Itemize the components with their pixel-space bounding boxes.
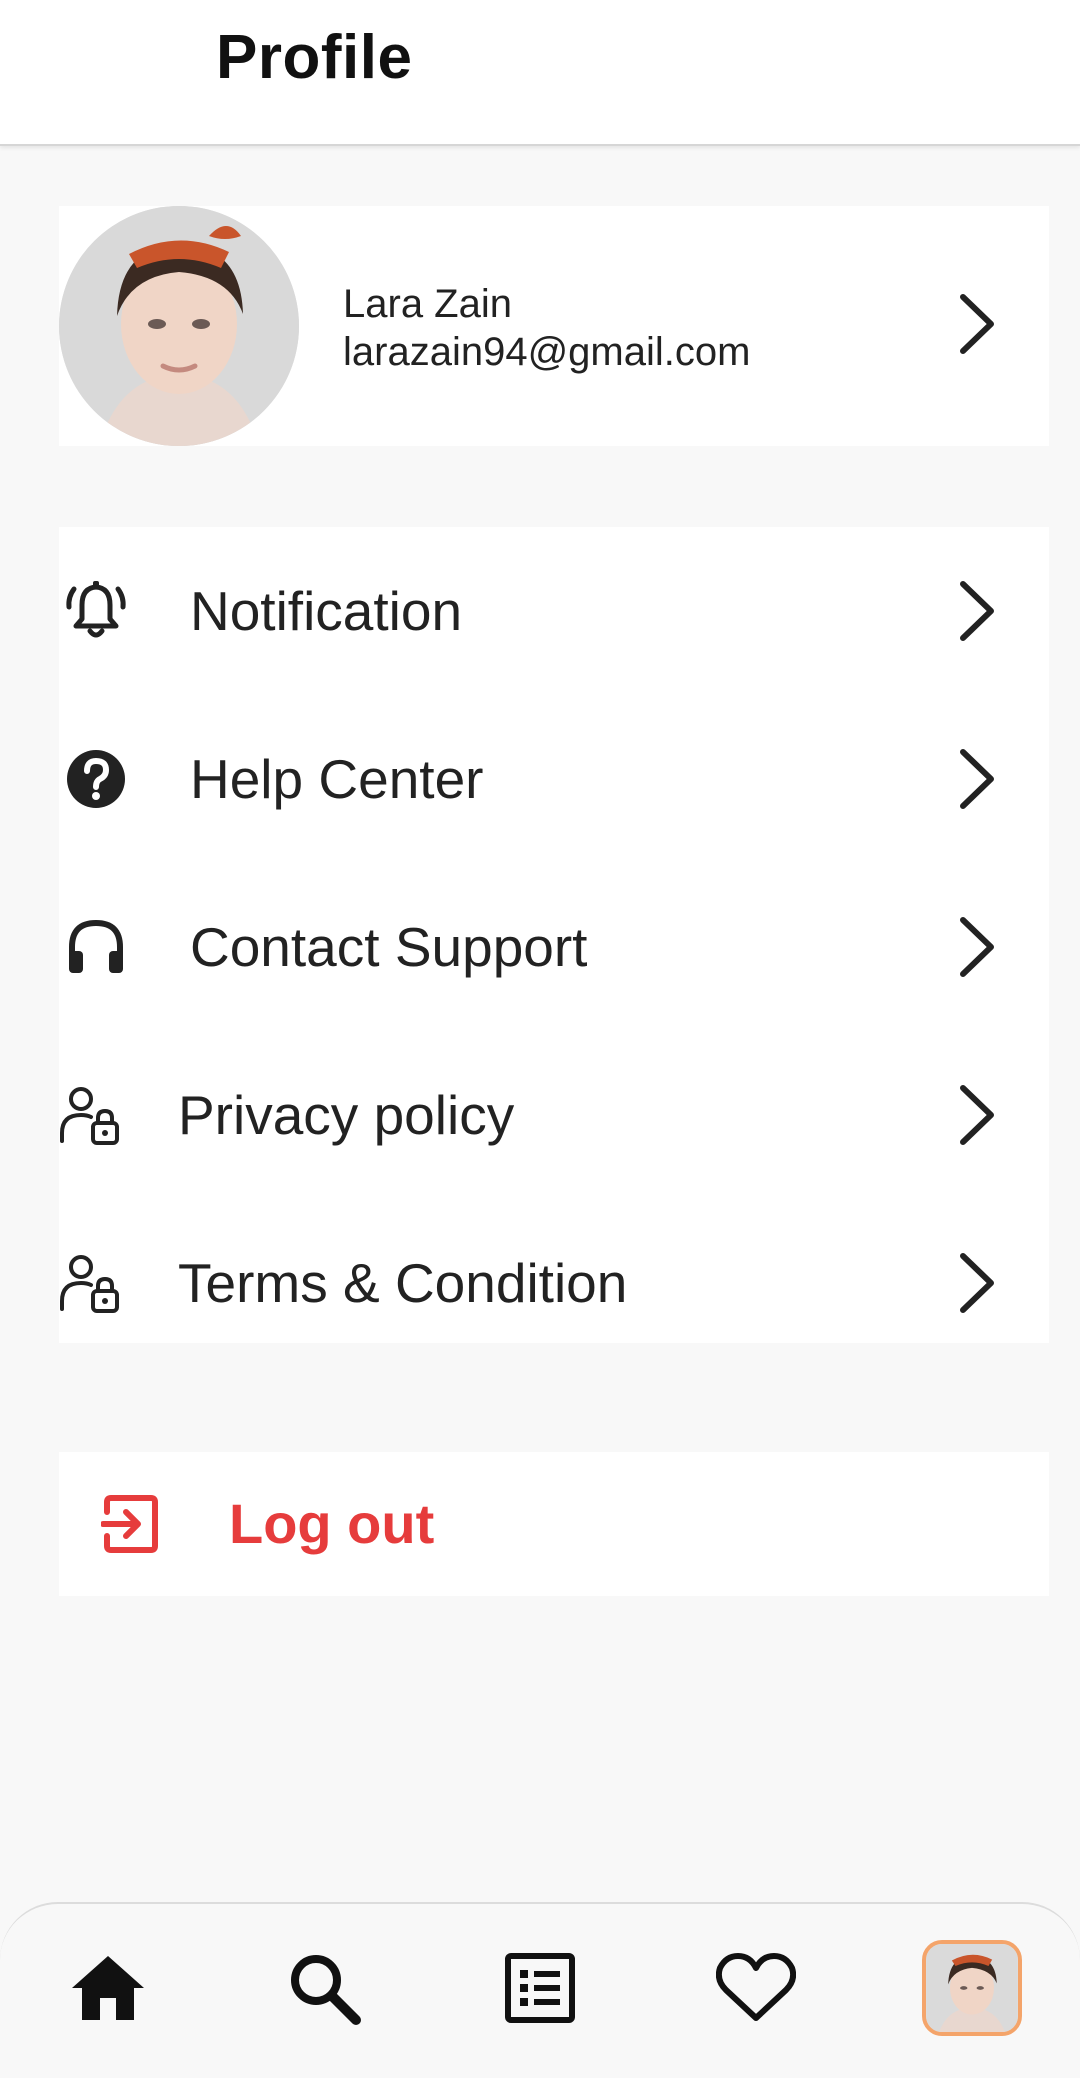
chevron-right-icon xyxy=(960,1085,994,1145)
bell-icon xyxy=(66,581,126,638)
menu-item-label: Notification xyxy=(190,580,463,642)
menu-item-label: Contact Support xyxy=(190,916,588,978)
profile-name: Lara Zain xyxy=(343,282,512,326)
headset-icon xyxy=(69,919,123,973)
profile-card[interactable]: Lara Zain larazain94@gmail.com xyxy=(59,206,1049,446)
menu-item-label: Help Center xyxy=(190,748,484,810)
profile-email: larazain94@gmail.com xyxy=(343,330,751,374)
chevron-right-icon xyxy=(960,1253,994,1313)
settings-menu: Notification Help Center Contact Support xyxy=(59,527,1049,1343)
app-bar: Profile xyxy=(0,0,1080,146)
chevron-right-icon xyxy=(960,581,994,641)
menu-item-contact-support[interactable]: Contact Support xyxy=(59,863,1049,1031)
nav-favorites[interactable] xyxy=(708,1940,804,2036)
list-icon xyxy=(505,1953,575,2023)
help-circle-icon xyxy=(67,750,125,808)
user-lock-icon xyxy=(60,1087,119,1145)
menu-item-privacy-policy[interactable]: Privacy policy xyxy=(59,1031,1049,1199)
nav-search[interactable] xyxy=(276,1940,372,2036)
logout-button[interactable]: Log out xyxy=(59,1452,1049,1596)
user-lock-icon xyxy=(60,1255,119,1313)
profile-info: Lara Zain larazain94@gmail.com xyxy=(343,280,750,376)
menu-item-label: Privacy policy xyxy=(178,1084,515,1146)
profile-avatar xyxy=(922,1940,1022,2036)
avatar-illustration xyxy=(59,206,299,446)
nav-list[interactable] xyxy=(492,1940,588,2036)
heart-icon xyxy=(716,1953,796,2021)
chevron-right-icon xyxy=(960,294,994,354)
menu-item-label: Terms & Condition xyxy=(178,1252,628,1314)
avatar-illustration xyxy=(926,1944,1018,2032)
logout-label: Log out xyxy=(229,1492,435,1555)
chevron-right-icon xyxy=(960,917,994,977)
user-avatar xyxy=(59,206,299,446)
chevron-right-icon xyxy=(960,749,994,809)
page-title: Profile xyxy=(216,23,413,92)
home-icon xyxy=(72,1956,144,2020)
nav-profile[interactable] xyxy=(920,1938,1024,2038)
menu-item-help-center[interactable]: Help Center xyxy=(59,695,1049,863)
bottom-navigation xyxy=(0,1902,1080,2078)
search-icon xyxy=(291,1955,361,2025)
logout-icon xyxy=(101,1495,158,1553)
menu-item-notification[interactable]: Notification xyxy=(59,527,1049,695)
menu-item-terms-condition[interactable]: Terms & Condition xyxy=(59,1199,1049,1367)
nav-home[interactable] xyxy=(60,1940,156,2036)
